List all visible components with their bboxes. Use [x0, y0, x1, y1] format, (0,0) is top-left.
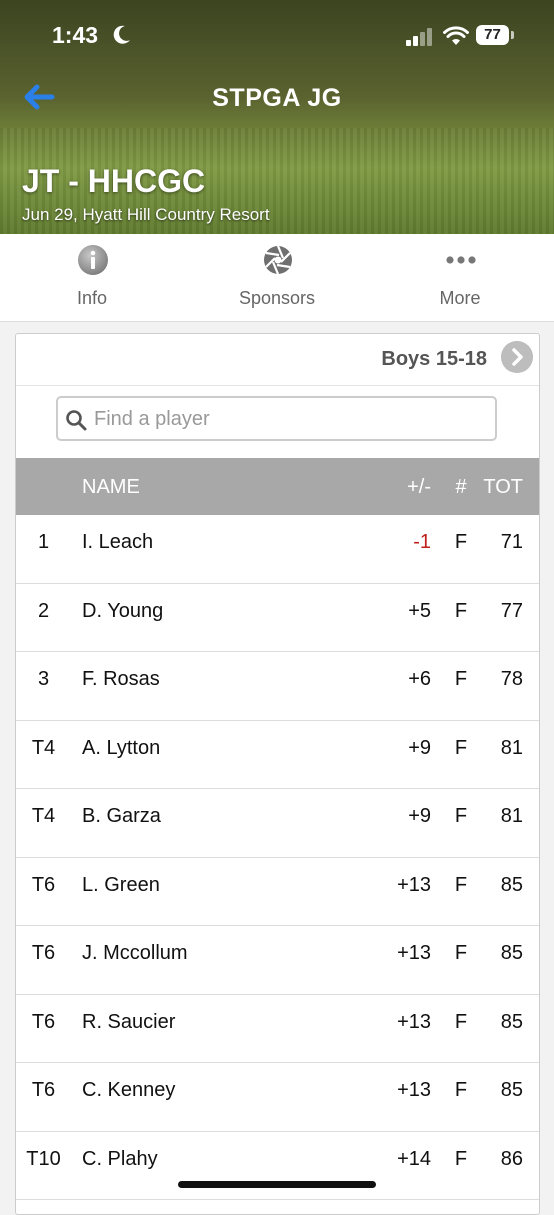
nav-title: STPGA JG: [212, 84, 342, 112]
player-total: 85: [500, 942, 523, 964]
tab-sponsors-label: Sponsors: [238, 288, 316, 308]
player-position: T6: [31, 1010, 56, 1033]
search-icon: [66, 410, 87, 431]
search-input[interactable]: [92, 404, 491, 434]
info-icon: [78, 245, 108, 275]
player-score-to-par: +13: [397, 1079, 431, 1101]
player-total: 78: [500, 668, 523, 690]
tab-more-label: More: [439, 288, 481, 308]
moon-icon: [113, 25, 130, 44]
player-thru: F: [454, 805, 468, 827]
player-name: L. Green: [82, 873, 160, 896]
event-subtitle: Jun 29, Hyatt Hill Country Resort: [22, 205, 270, 224]
player-thru: F: [454, 531, 468, 553]
divider: [16, 385, 539, 386]
player-total: 71: [500, 531, 523, 553]
player-total: 81: [500, 736, 523, 759]
player-thru: F: [454, 1010, 468, 1033]
player-name: I. Leach: [82, 531, 154, 553]
player-position: T4: [31, 736, 56, 759]
player-name: J. Mccollum: [82, 942, 188, 964]
chevron-right-icon[interactable]: [501, 341, 533, 373]
column-header-plus-minus: +/-: [407, 476, 431, 498]
player-position: T6: [31, 873, 56, 896]
table-row[interactable]: T10 C. Plahy +14 F 86: [16, 1132, 539, 1200]
table-row[interactable]: T6 L. Green +13 F 85: [16, 858, 539, 926]
table-row[interactable]: T6 C. Kenney +13 F 85: [16, 1063, 539, 1132]
player-name: C. Kenney: [82, 1079, 176, 1101]
table-row[interactable]: T6 J. Mccollum +13 F 85: [16, 926, 539, 995]
player-position: 2: [37, 599, 50, 622]
player-score-to-par: -1: [413, 531, 431, 553]
home-indicator[interactable]: [178, 1181, 376, 1188]
player-thru: F: [454, 599, 468, 622]
player-position: T6: [31, 942, 56, 964]
player-total: 85: [500, 1010, 523, 1033]
tab-more[interactable]: More: [368, 234, 552, 321]
tab-info-label: Info: [76, 288, 108, 308]
leaderboard-rows: 1 I. Leach -1 F 71 2 D. Young +5 F 77 3 …: [16, 515, 539, 1200]
player-name: D. Young: [82, 599, 164, 622]
aperture-icon: [264, 245, 292, 275]
status-bar: 1:43 77: [0, 0, 554, 72]
battery-indicator: 77: [476, 25, 514, 45]
column-header-name: NAME: [82, 476, 140, 498]
player-score-to-par: +14: [397, 1147, 431, 1170]
player-thru: F: [454, 1147, 468, 1170]
player-total: 85: [500, 1079, 523, 1101]
table-row[interactable]: T6 R. Saucier +13 F 85: [16, 995, 539, 1063]
player-score-to-par: +5: [408, 599, 431, 622]
player-position: 3: [37, 668, 50, 690]
player-name: A. Lytton: [82, 736, 161, 759]
player-search[interactable]: [56, 396, 497, 441]
table-row[interactable]: 1 I. Leach -1 F 71: [16, 515, 539, 584]
player-position: T10: [26, 1147, 61, 1170]
player-name: B. Garza: [82, 805, 161, 827]
tab-info[interactable]: Info: [0, 234, 184, 321]
wifi-icon: [443, 26, 469, 45]
tab-sponsors[interactable]: Sponsors: [185, 234, 369, 321]
player-thru: F: [454, 873, 468, 896]
table-row[interactable]: T4 B. Garza +9 F 81: [16, 789, 539, 858]
player-score-to-par: +13: [397, 873, 431, 896]
ellipsis-icon: [446, 256, 476, 264]
player-total: 86: [500, 1147, 523, 1170]
player-score-to-par: +13: [397, 942, 431, 964]
nav-bar: STPGA JG: [0, 72, 554, 124]
event-title: JT - HHCGC: [22, 163, 206, 199]
table-row[interactable]: 3 F. Rosas +6 F 78: [16, 652, 539, 721]
table-row[interactable]: 2 D. Young +5 F 77: [16, 584, 539, 652]
player-total: 81: [500, 805, 523, 827]
player-thru: F: [454, 942, 468, 964]
player-total: 85: [500, 873, 523, 896]
column-header-hole: #: [455, 476, 467, 498]
player-name: C. Plahy: [82, 1147, 158, 1170]
player-total: 77: [500, 599, 523, 622]
player-thru: F: [454, 736, 468, 759]
player-position: T6: [31, 1079, 56, 1101]
player-score-to-par: +9: [408, 736, 431, 759]
player-thru: F: [454, 668, 468, 690]
division-label: Boys 15-18: [381, 348, 487, 370]
player-score-to-par: +9: [408, 805, 431, 827]
player-name: F. Rosas: [82, 668, 160, 690]
player-score-to-par: +13: [397, 1010, 431, 1033]
status-time: 1:43: [52, 22, 99, 48]
leaderboard-card: Boys 15-18 NAME +/- # TOT 1 I. Leach -1 …: [15, 333, 540, 1215]
table-row[interactable]: T4 A. Lytton +9 F 81: [16, 721, 539, 789]
player-position: T4: [31, 805, 56, 827]
player-position: 1: [37, 531, 50, 553]
player-thru: F: [454, 1079, 468, 1101]
column-header-total: TOT: [483, 476, 523, 498]
table-header: NAME +/- # TOT: [16, 458, 539, 515]
player-name: R. Saucier: [82, 1010, 176, 1033]
player-score-to-par: +6: [408, 668, 431, 690]
cellular-signal-icon: [406, 28, 432, 46]
tab-bar: Info Sponsors More: [0, 234, 554, 322]
